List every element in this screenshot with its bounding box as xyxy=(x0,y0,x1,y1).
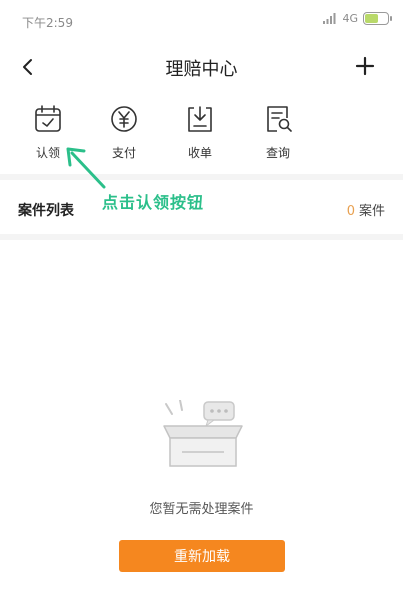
receive-action-label: 收单 xyxy=(187,146,212,160)
case-list-title: 案件列表 xyxy=(18,203,74,219)
query-action-label: 查询 xyxy=(265,146,290,160)
nav-bar: 理赔中心 xyxy=(0,40,403,94)
empty-box-icon xyxy=(163,400,243,467)
network-label: 4G xyxy=(342,12,358,25)
quick-actions: 认领 支付 收单 查询 xyxy=(0,94,403,174)
status-time: 下午2:59 xyxy=(22,16,73,30)
battery-icon xyxy=(363,12,392,25)
reload-button[interactable]: 重新加载 xyxy=(119,540,285,572)
status-bar: 下午2:59 4G xyxy=(0,0,403,40)
case-count-wrap: 0 案件 xyxy=(347,200,385,219)
case-count-unit: 案件 xyxy=(358,204,385,219)
yen-circle-icon xyxy=(111,106,137,132)
battery-fill xyxy=(365,14,379,23)
plus-icon xyxy=(355,56,375,76)
download-tray-icon xyxy=(188,106,212,132)
empty-message: 您暂无需处理案件 xyxy=(149,502,254,517)
query-action[interactable]: 查询 xyxy=(248,102,308,168)
add-button[interactable] xyxy=(351,52,379,80)
document-search-icon xyxy=(267,106,292,132)
page-title: 理赔中心 xyxy=(165,59,238,80)
calendar-check-icon xyxy=(35,105,61,132)
signal-icon xyxy=(323,13,336,24)
annotation-arrow-icon xyxy=(66,147,106,189)
status-indicators: 4G xyxy=(323,12,392,25)
case-list-content: 您暂无需处理案件 重新加载 xyxy=(0,240,403,600)
receive-action[interactable]: 收单 xyxy=(170,102,230,168)
annotation-text: 点击认领按钮 xyxy=(102,193,205,212)
case-count: 0 xyxy=(346,204,355,219)
